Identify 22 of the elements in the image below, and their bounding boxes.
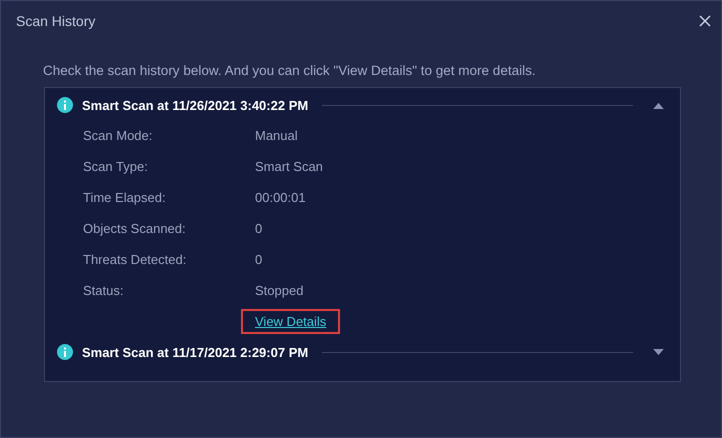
instruction-text: Check the scan history below. And you can click "View Details" to get more details. [43,63,537,78]
info-icon [57,344,73,360]
detail-label: Threats Detected: [83,252,188,267]
detail-value: 0 [255,221,262,236]
detail-value: Smart Scan [255,159,323,174]
view-details-link[interactable]: View Details [241,309,340,334]
detail-label: Time Elapsed: [83,190,167,205]
detail-value: 00:00:01 [255,190,306,205]
detail-value: 0 [255,252,262,267]
expand-caret-icon[interactable] [653,348,664,356]
window-title: Scan History [16,13,96,29]
collapse-caret-icon[interactable] [653,102,664,108]
close-icon[interactable] [699,15,711,27]
detail-value: Manual [255,128,298,143]
detail-label: Objects Scanned: [83,221,187,236]
scan-title[interactable]: Smart Scan at 11/17/2021 2:29:07 PM [82,344,308,360]
detail-label: Status: [83,283,124,298]
scan-title[interactable]: Smart Scan at 11/26/2021 3:40:22 PM [82,98,308,112]
detail-label: Scan Type: [83,159,149,174]
detail-value: Stopped [255,283,304,298]
info-icon [57,97,73,113]
detail-label: Scan Mode: [83,128,154,143]
